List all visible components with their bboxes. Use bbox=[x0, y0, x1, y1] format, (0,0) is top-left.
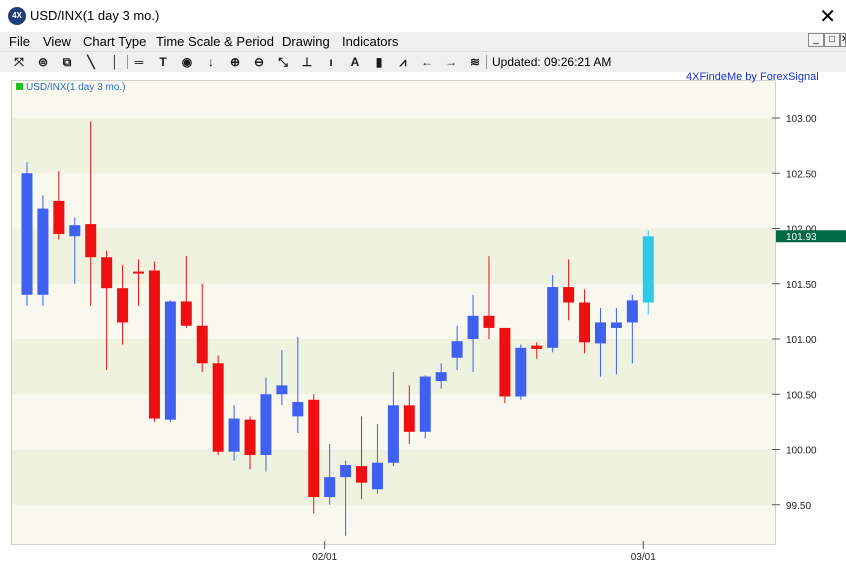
line-icon[interactable]: ╲ bbox=[82, 54, 100, 70]
candle-body[interactable] bbox=[642, 236, 654, 303]
candle-body[interactable] bbox=[308, 399, 320, 498]
x-tick-label: 02/01 bbox=[312, 552, 337, 563]
cursor-icon[interactable]: ⤧ bbox=[10, 54, 28, 70]
y-tick-label: 102.50 bbox=[786, 169, 817, 180]
candle-body[interactable] bbox=[148, 270, 160, 419]
y-tick-label: 101.50 bbox=[786, 280, 817, 291]
bar-chart-icon[interactable]: ▮ bbox=[370, 54, 388, 70]
toolbar-separator bbox=[486, 55, 487, 69]
menu-indicators[interactable]: Indicators bbox=[342, 34, 398, 49]
candle-body[interactable] bbox=[451, 341, 463, 358]
scale-icon[interactable]: ⊥ bbox=[298, 54, 316, 70]
candle-body[interactable] bbox=[419, 376, 431, 432]
mdi-minimize-button[interactable]: _ bbox=[808, 33, 824, 47]
candle-body[interactable] bbox=[467, 315, 479, 339]
legend-swatch bbox=[16, 83, 23, 90]
candle-body[interactable] bbox=[292, 401, 304, 417]
candle-body[interactable] bbox=[579, 302, 591, 343]
candle-body[interactable] bbox=[69, 225, 81, 237]
candle-body[interactable] bbox=[594, 322, 606, 344]
candle-body[interactable] bbox=[101, 257, 113, 289]
candle-body[interactable] bbox=[53, 200, 65, 235]
zoom-in-icon[interactable]: ⊕ bbox=[226, 54, 244, 70]
grid-band bbox=[11, 118, 776, 174]
candle-body[interactable] bbox=[371, 462, 383, 490]
candle-body[interactable] bbox=[324, 477, 336, 498]
menu-drawing[interactable]: Drawing bbox=[282, 34, 330, 49]
toolbar: Updated: 09:26:21 AM ⤧ ⊜ ⧉ ╲ │ ═ T ◉ ↓ ⊕ ⊖ ⤡ ⊥ ı A ▮ ⩘ ← →… bbox=[0, 51, 846, 73]
current-price-label: 101.93 bbox=[786, 232, 817, 243]
copy-icon[interactable]: ⧉ bbox=[58, 54, 76, 70]
candle-body[interactable] bbox=[37, 208, 49, 295]
font-icon[interactable]: A bbox=[346, 54, 364, 70]
title-bar: 4X USD/INX(1 day 3 mo.) ✕ bbox=[0, 0, 846, 32]
mdi-restore-button[interactable]: □ bbox=[824, 33, 840, 47]
candle-body[interactable] bbox=[435, 372, 447, 381]
candle-body[interactable] bbox=[403, 405, 415, 432]
candle-body[interactable] bbox=[610, 322, 622, 328]
info-icon[interactable]: ı bbox=[322, 54, 340, 70]
candle-body[interactable] bbox=[228, 418, 240, 452]
menu-file[interactable]: File bbox=[9, 34, 30, 49]
y-tick-label: 100.00 bbox=[786, 446, 817, 457]
candle-body[interactable] bbox=[387, 405, 399, 463]
close-icon[interactable]: ✕ bbox=[819, 4, 836, 29]
y-tick-label: 103.00 bbox=[786, 114, 817, 125]
candle-body[interactable] bbox=[244, 419, 256, 456]
candle-body[interactable] bbox=[626, 300, 638, 323]
window-title: USD/INX(1 day 3 mo.) bbox=[30, 8, 160, 23]
print-icon[interactable]: ⊜ bbox=[34, 54, 52, 70]
arrow-down-icon[interactable]: ↓ bbox=[202, 54, 220, 70]
candle-body[interactable] bbox=[483, 315, 495, 328]
y-tick-label: 99.50 bbox=[786, 501, 811, 512]
candle-body[interactable] bbox=[340, 464, 352, 478]
menu-view[interactable]: View bbox=[43, 34, 71, 49]
candle-body[interactable] bbox=[180, 301, 192, 326]
candle-body[interactable] bbox=[515, 347, 527, 397]
provider-label: 4XFindeMe by ForexSignal bbox=[686, 71, 819, 83]
candle-body[interactable] bbox=[117, 288, 129, 323]
chart-panel[interactable]: 103.00 102.50 102.00 101.50 101.00 100.50 100.… bbox=[0, 72, 846, 572]
scroll-right-icon[interactable]: → bbox=[442, 54, 460, 70]
candle-body[interactable] bbox=[499, 327, 511, 397]
menu-chart-type[interactable]: Chart Type bbox=[83, 34, 146, 49]
fit-icon[interactable]: ⤡ bbox=[274, 54, 292, 70]
menu-time-scale[interactable]: Time Scale & Period bbox=[156, 34, 274, 49]
y-tick-label: 101.00 bbox=[786, 335, 817, 346]
toolbar-separator bbox=[127, 55, 128, 69]
circle-icon[interactable]: ◉ bbox=[178, 54, 196, 70]
app-logo-icon: 4X bbox=[8, 7, 26, 25]
x-tick-label: 03/01 bbox=[631, 552, 656, 563]
candle-body[interactable] bbox=[563, 287, 575, 303]
candle-body[interactable] bbox=[260, 394, 272, 456]
zoom-out-icon[interactable]: ⊖ bbox=[250, 54, 268, 70]
menu-bar: File View Chart Type Time Scale & Period… bbox=[0, 32, 846, 51]
candle-body[interactable] bbox=[531, 345, 543, 349]
candle-body[interactable] bbox=[164, 301, 176, 420]
candle-body[interactable] bbox=[212, 363, 224, 452]
horizontal-line-icon[interactable]: ═ bbox=[130, 54, 148, 70]
settings-icon[interactable]: ≋ bbox=[466, 54, 484, 70]
y-tick-label: 100.50 bbox=[786, 390, 817, 401]
indicator-icon[interactable]: ⩘ bbox=[394, 54, 412, 70]
candle-body[interactable] bbox=[547, 287, 559, 348]
candlestick-chart[interactable]: 103.00102.50102.00101.50101.00100.50100.… bbox=[0, 72, 846, 572]
text-icon[interactable]: T bbox=[154, 54, 172, 70]
candle-body[interactable] bbox=[356, 466, 368, 483]
updated-status: Updated: 09:26:21 AM bbox=[492, 55, 612, 69]
scroll-left-icon[interactable]: ← bbox=[418, 54, 436, 70]
candle-body[interactable] bbox=[21, 173, 33, 295]
chart-legend: USD/INX(1 day 3 mo.) bbox=[16, 82, 125, 93]
vertical-line-icon[interactable]: │ bbox=[106, 54, 124, 70]
grid-band bbox=[11, 228, 776, 284]
candle-body[interactable] bbox=[85, 224, 97, 258]
candle-body[interactable] bbox=[276, 385, 288, 395]
legend-label: USD/INX(1 day 3 mo.) bbox=[26, 82, 126, 93]
candle-body[interactable] bbox=[196, 325, 208, 364]
mdi-close-button[interactable]: ✕ bbox=[840, 33, 846, 47]
candle-body[interactable] bbox=[133, 271, 145, 274]
